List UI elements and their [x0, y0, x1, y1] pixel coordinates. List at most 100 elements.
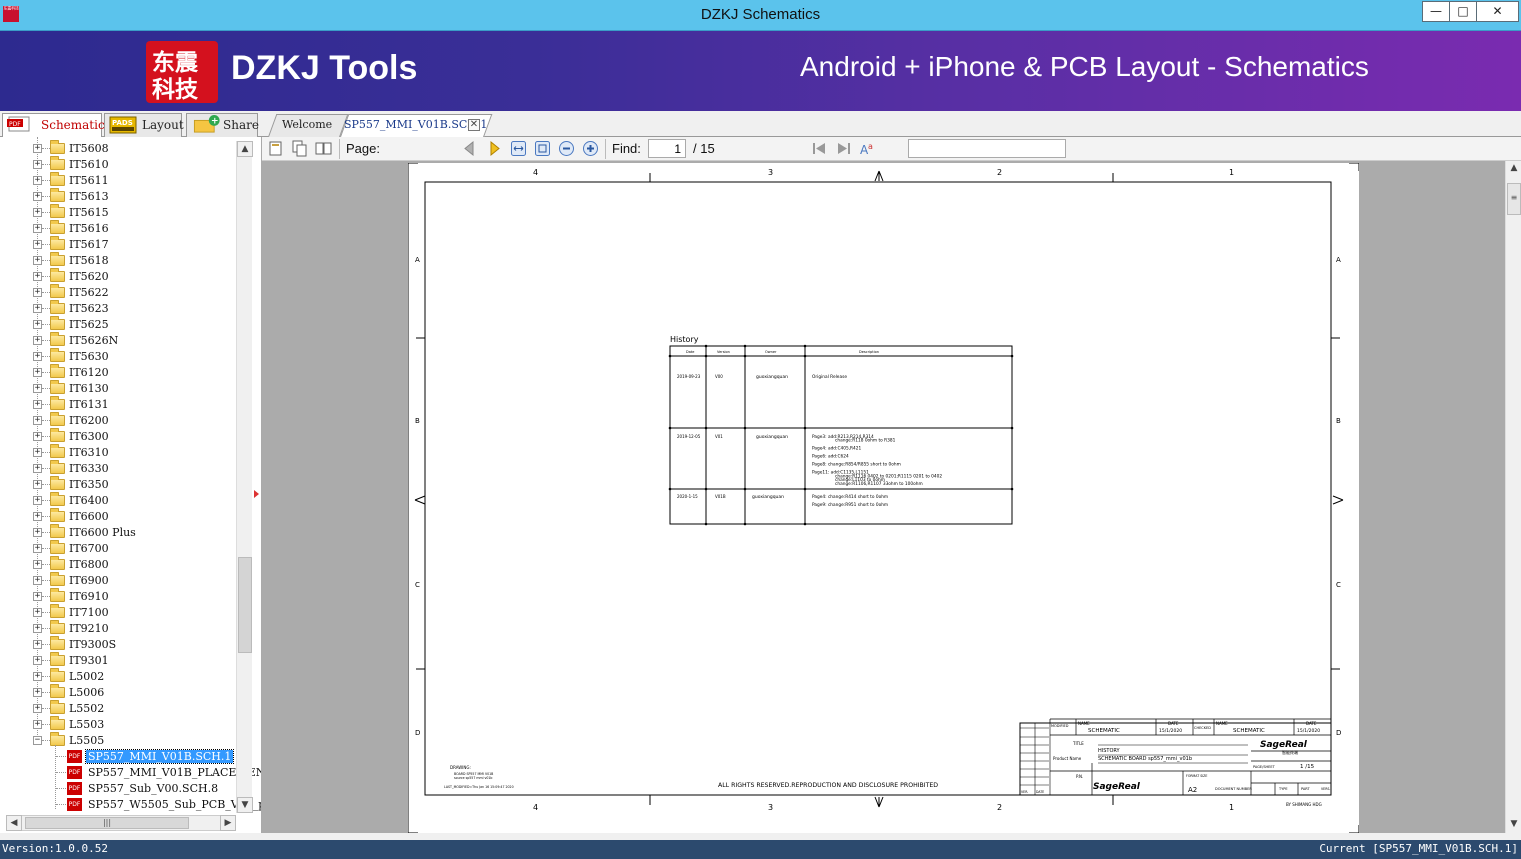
expand-icon[interactable]: +	[33, 560, 42, 569]
expand-icon[interactable]: +	[33, 624, 42, 633]
find-previous-icon[interactable]	[811, 140, 828, 157]
tree-folder-item[interactable]: + IT5618	[0, 252, 236, 269]
fit-page-icon[interactable]	[534, 140, 551, 157]
tab-schematic[interactable]: PDF Schematic	[2, 113, 105, 138]
close-button[interactable]: ✕	[1476, 1, 1519, 22]
expand-icon[interactable]: +	[33, 464, 42, 473]
tree-folder-item[interactable]: + L5502	[0, 700, 236, 717]
expand-icon[interactable]: +	[33, 448, 42, 457]
tree-folder-item[interactable]: + L5503	[0, 716, 236, 733]
tree-folder-item[interactable]: + IT6700	[0, 540, 236, 557]
tree-folder-item[interactable]: + IT7100	[0, 604, 236, 621]
maximize-button[interactable]: □	[1449, 1, 1477, 22]
expand-icon[interactable]: +	[33, 160, 42, 169]
expand-icon[interactable]: +	[33, 400, 42, 409]
tree-file-item[interactable]: PDF SP557_MMI_V01B_PLACEMENT	[0, 765, 261, 781]
expand-icon[interactable]: +	[33, 144, 42, 153]
tree-folder-item[interactable]: + IT5626N	[0, 332, 236, 349]
expand-icon[interactable]: +	[33, 368, 42, 377]
tree-folder-item[interactable]: + IT5630	[0, 348, 236, 365]
previous-page-icon[interactable]	[461, 140, 478, 157]
tree-folder-item[interactable]: + IT5611	[0, 172, 236, 189]
expand-icon[interactable]: +	[33, 496, 42, 505]
tree-folder-item[interactable]: + L5006	[0, 684, 236, 701]
tree-folder-item[interactable]: + IT6400	[0, 492, 236, 509]
tree-folder-item[interactable]: + IT5620	[0, 268, 236, 285]
expand-icon[interactable]: +	[33, 480, 42, 489]
tree-folder-item[interactable]: + L5002	[0, 668, 236, 685]
tree-folder-item[interactable]: + IT5623	[0, 300, 236, 317]
expand-icon[interactable]: +	[33, 224, 42, 233]
expand-icon[interactable]: +	[33, 208, 42, 217]
viewer-scroll-down-icon[interactable]: ▼	[1506, 817, 1521, 833]
expand-icon[interactable]: +	[33, 576, 42, 585]
expand-icon[interactable]: +	[33, 640, 42, 649]
panel-splitter-arrow-icon[interactable]	[254, 490, 259, 498]
tree-folder-item[interactable]: + IT6131	[0, 396, 236, 413]
tree-folder-item[interactable]: + IT6200	[0, 412, 236, 429]
tree-scroll-thumb[interactable]	[238, 557, 252, 653]
expand-icon[interactable]: +	[33, 704, 42, 713]
scroll-left-icon[interactable]: ◀	[6, 815, 22, 831]
tree-folder-item[interactable]: + IT6310	[0, 444, 236, 461]
continuous-page-icon[interactable]	[291, 140, 308, 157]
expand-icon[interactable]: +	[33, 720, 42, 729]
expand-icon[interactable]: +	[33, 336, 42, 345]
tab-sp557-mmi[interactable]: SP557_MMI_V01B.SCH.1 ✕	[340, 114, 493, 137]
tree-folder-item[interactable]: + IT5616	[0, 220, 236, 237]
zoom-in-icon[interactable]	[582, 140, 599, 157]
tree-folder-item[interactable]: + IT6350	[0, 476, 236, 493]
fit-width-icon[interactable]	[510, 140, 527, 157]
tree-folder-item[interactable]: + IT6120	[0, 364, 236, 381]
scroll-up-icon[interactable]: ▲	[237, 141, 253, 157]
tree-file-item[interactable]: PDF SP557_W5505_Sub_PCB_V00_p	[0, 797, 261, 813]
expand-icon[interactable]: +	[33, 240, 42, 249]
expand-icon[interactable]: +	[33, 688, 42, 697]
tree-folder-item[interactable]: + IT9210	[0, 620, 236, 637]
tree-vertical-scrollbar[interactable]: ▲ ▼	[236, 141, 253, 813]
tab-welcome[interactable]: Welcome	[268, 114, 349, 137]
tree-folder-item[interactable]: + IT5613	[0, 188, 236, 205]
tree-hscroll-thumb[interactable]: |||	[25, 817, 189, 829]
expand-icon[interactable]: +	[33, 384, 42, 393]
tree-folder-item[interactable]: + IT6330	[0, 460, 236, 477]
zoom-out-icon[interactable]	[558, 140, 575, 157]
tree-folder-item[interactable]: + IT5610	[0, 156, 236, 173]
expand-icon[interactable]: +	[33, 192, 42, 201]
viewer-vertical-scrollbar[interactable]: ▲ ≡ ▼	[1505, 161, 1521, 833]
tab-share[interactable]: + Share	[186, 113, 259, 137]
tree-file-item[interactable]: PDF SP557_Sub_V00.SCH.8	[0, 781, 236, 797]
tree-folder-item[interactable]: + IT6600	[0, 508, 236, 525]
tree-folder-item[interactable]: + IT9301	[0, 652, 236, 669]
collapse-icon[interactable]: −	[33, 736, 42, 745]
expand-icon[interactable]: +	[33, 608, 42, 617]
expand-icon[interactable]: +	[33, 256, 42, 265]
viewer-scroll-thumb[interactable]: ≡	[1507, 183, 1521, 215]
expand-icon[interactable]: +	[33, 544, 42, 553]
tree-horizontal-scrollbar[interactable]: ◀ ||| ▶	[6, 815, 236, 831]
page-number-input[interactable]	[648, 139, 686, 158]
match-case-icon[interactable]: Aa	[859, 140, 876, 157]
tree-folder-item[interactable]: + IT5615	[0, 204, 236, 221]
expand-icon[interactable]: +	[33, 176, 42, 185]
tree-folder-item[interactable]: + IT5622	[0, 284, 236, 301]
find-input[interactable]	[908, 139, 1066, 158]
single-page-icon[interactable]	[267, 140, 284, 157]
tree-folder-item[interactable]: + IT5608	[0, 140, 236, 157]
expand-icon[interactable]: +	[33, 432, 42, 441]
expand-icon[interactable]: +	[33, 512, 42, 521]
facing-pages-icon[interactable]	[315, 140, 332, 157]
tree-folder-item[interactable]: + IT6130	[0, 380, 236, 397]
tree-file-item[interactable]: PDF SP557_MMI_V01B.SCH.1	[0, 749, 236, 765]
viewer-scroll-up-icon[interactable]: ▲	[1506, 161, 1521, 177]
expand-icon[interactable]: +	[33, 352, 42, 361]
next-page-icon[interactable]	[486, 140, 503, 157]
tree-folder-item[interactable]: + IT6900	[0, 572, 236, 589]
expand-icon[interactable]: +	[33, 672, 42, 681]
expand-icon[interactable]: +	[33, 272, 42, 281]
find-next-icon[interactable]	[835, 140, 852, 157]
tab-close-icon[interactable]: ✕	[468, 119, 480, 131]
scroll-right-icon[interactable]: ▶	[220, 815, 236, 831]
tree-folder-item[interactable]: − L5505	[0, 732, 236, 749]
expand-icon[interactable]: +	[33, 416, 42, 425]
